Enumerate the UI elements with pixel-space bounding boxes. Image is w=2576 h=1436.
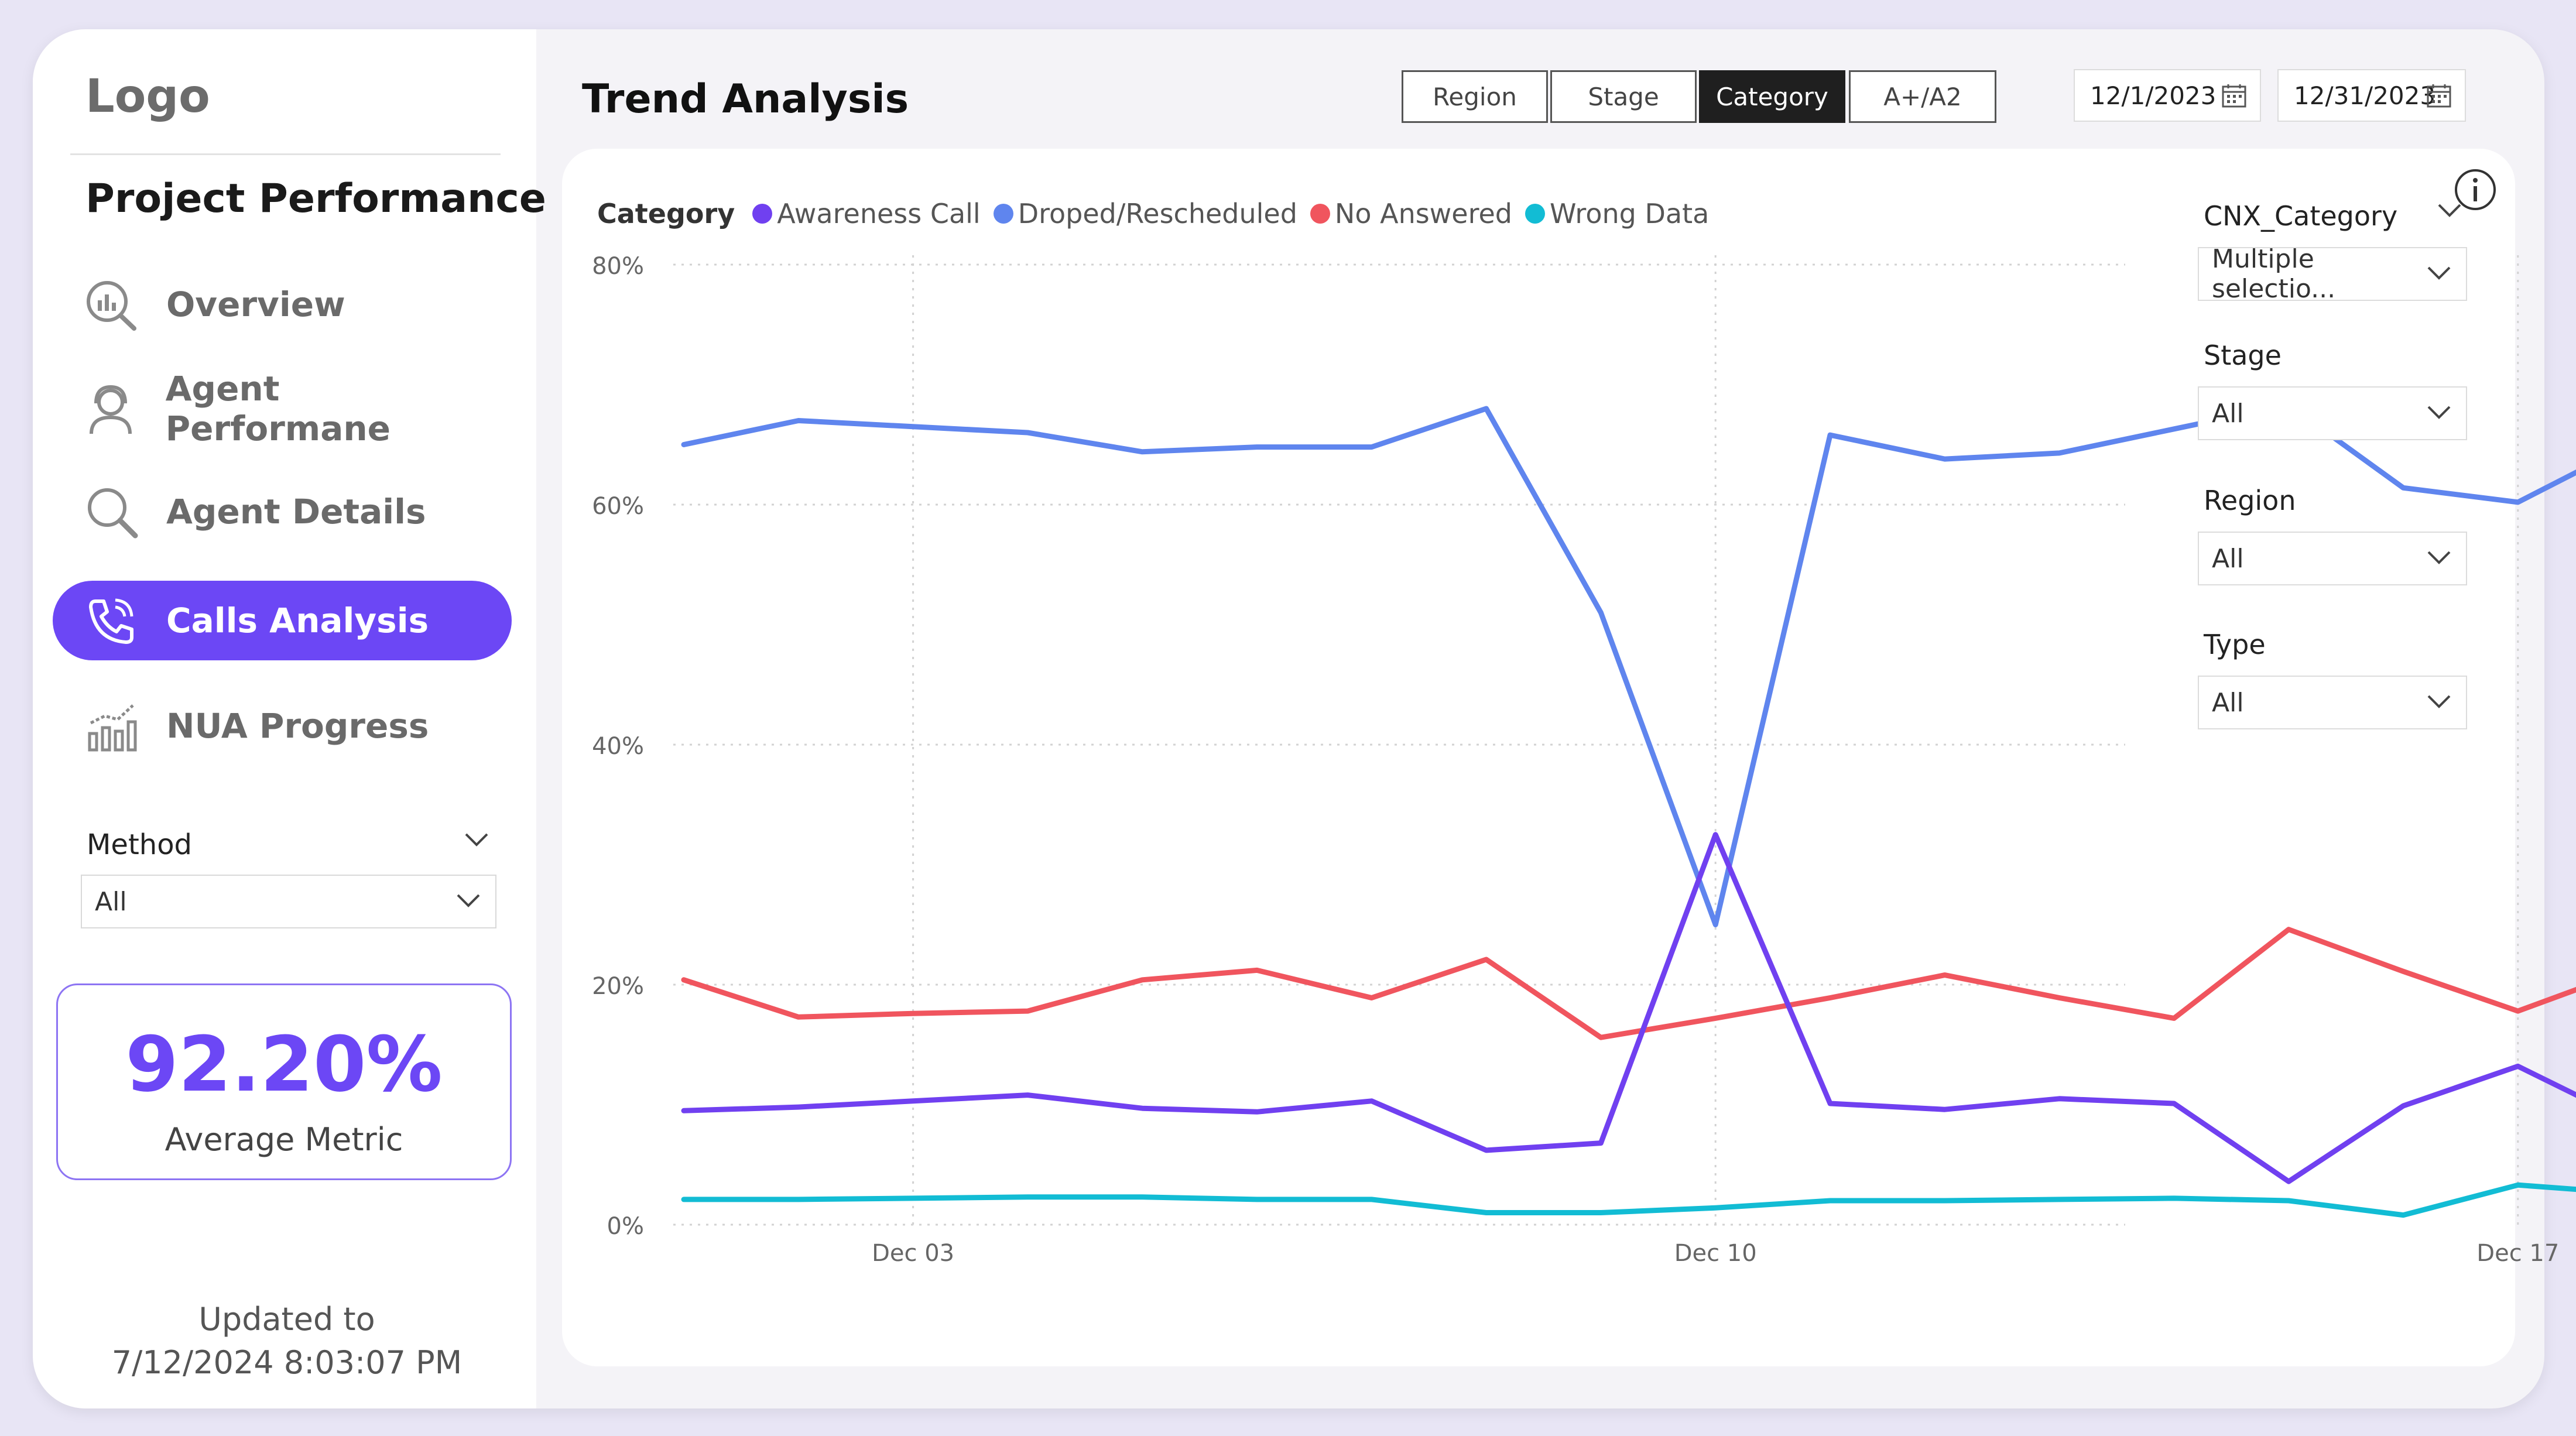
- y-tick-label: 60%: [592, 493, 644, 520]
- y-tick-label: 40%: [592, 733, 644, 760]
- region-label: Region: [2204, 485, 2296, 516]
- y-tick-label: 0%: [607, 1213, 644, 1240]
- chevron-down-icon: [2425, 399, 2453, 429]
- chevron-down-icon: [2425, 688, 2453, 718]
- x-tick-label: Dec 03: [872, 1240, 954, 1267]
- cnx-category-value: Multiple selectio...: [2212, 244, 2336, 304]
- trend-line-chart: 0%20%40%60%80%Dec 03Dec 10Dec 17Dec 24: [592, 253, 2576, 1267]
- x-tick-label: Dec 17: [2476, 1240, 2559, 1267]
- cnx-category-dropdown[interactable]: Multiple selectio...: [2198, 244, 2467, 304]
- series-line-no-answered: [681, 927, 2576, 1040]
- chevron-down-icon[interactable]: [2435, 199, 2464, 222]
- y-tick-label: 20%: [592, 973, 644, 1000]
- type-label: Type: [2204, 629, 2266, 660]
- type-value: All: [2212, 687, 2244, 718]
- stage-value: All: [2212, 398, 2244, 429]
- type-dropdown[interactable]: All: [2198, 676, 2467, 729]
- region-dropdown[interactable]: All: [2198, 532, 2467, 585]
- stage-label: Stage: [2204, 340, 2282, 371]
- series-line-droped-rescheduled: [681, 402, 2576, 927]
- chevron-down-icon: [2425, 544, 2453, 574]
- cnx-category-label: CNX_Category: [2204, 200, 2398, 232]
- region-value: All: [2212, 543, 2244, 574]
- x-tick-label: Dec 10: [1674, 1240, 1757, 1267]
- y-tick-label: 80%: [592, 253, 644, 280]
- chevron-down-icon: [2425, 259, 2453, 289]
- series-line-wrong-data: [681, 1182, 2576, 1218]
- stage-dropdown[interactable]: All: [2198, 386, 2467, 440]
